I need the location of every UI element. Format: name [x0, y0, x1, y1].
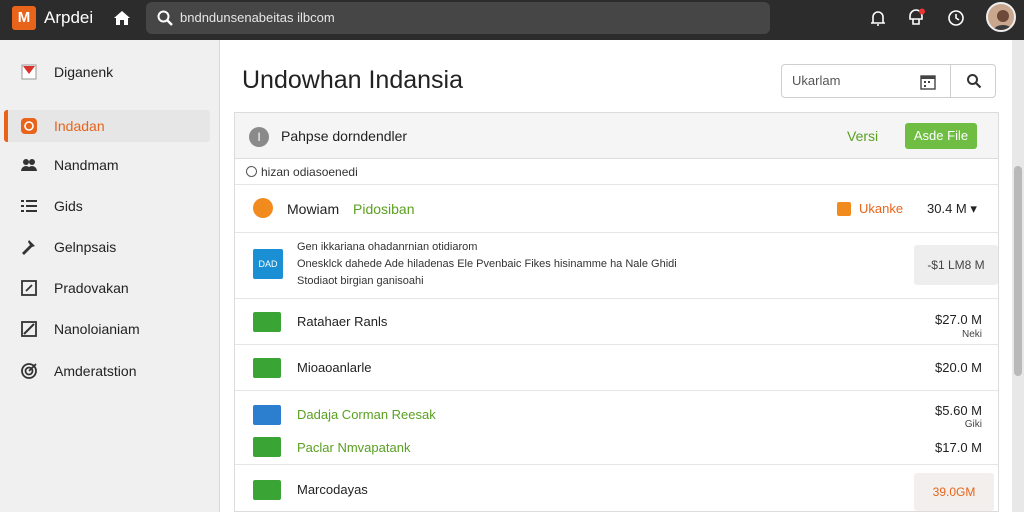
row-name: Ratahaer Ranls — [297, 314, 388, 329]
group-header-row[interactable]: Mowiam Pidosiban Ukanke 30.4 M ▾ — [235, 185, 998, 233]
clock-icon[interactable] — [946, 8, 966, 28]
table-row[interactable]: Ratahaer Ranls $27.0 M Neki — [235, 299, 998, 345]
users-icon — [21, 159, 37, 171]
scrollbar[interactable] — [1012, 40, 1024, 512]
sidebar-item-label: Indadan — [54, 118, 105, 134]
description-line: Stodiaot birgian ganisoahi — [297, 275, 424, 287]
group-name: Mowiam — [287, 201, 340, 217]
filter-row[interactable]: hizan odiasoenedi — [235, 159, 998, 185]
card-header: I Pahpse dorndendler Versi Asde File — [235, 113, 998, 159]
row-value: $5.60 M — [935, 403, 982, 418]
app-title: Arpdei — [44, 8, 94, 27]
sidebar-item-indadan[interactable]: Indadan — [4, 110, 210, 142]
row-sub: Neki — [961, 329, 982, 340]
description-line: Gen ikkariana ohadanrnian otidiarom — [297, 241, 478, 253]
search-button[interactable] — [951, 65, 996, 97]
table-row-group: Dadaja Corman Reesak $5.60 M Giki Paclar… — [235, 391, 998, 465]
description-badge[interactable]: -$1 LM8 M — [914, 245, 998, 285]
sidebar-item-label: Amderatstion — [54, 363, 137, 379]
sidebar-item-nandmam[interactable]: Nandmam — [4, 149, 210, 181]
bell-icon[interactable] — [868, 8, 888, 28]
sidebar-item-gids[interactable]: Gids — [4, 190, 210, 222]
card-header-title: Pahpse dorndendler — [281, 128, 408, 144]
row-name[interactable]: Dadaja Corman Reesak — [297, 407, 436, 422]
row-value: $17.0 M — [935, 440, 982, 455]
tag-icon — [837, 202, 851, 216]
sidebar-item-label: Diganenk — [54, 64, 114, 80]
notification-icon[interactable] — [906, 8, 926, 28]
row-name[interactable]: Paclar Nmvapatank — [297, 440, 410, 455]
sidebar-item-pradovakan[interactable]: Pradovakan — [4, 272, 210, 304]
sidebar-item-amderatstion[interactable]: Amderatstion — [4, 355, 210, 387]
group-name-highlight: Pidosiban — [353, 201, 415, 217]
calendar-icon[interactable] — [920, 74, 936, 90]
description-row: DAD Gen ikkariana ohadanrnian otidiarom … — [235, 233, 998, 299]
info-icon: I — [249, 127, 269, 147]
file-icon — [253, 405, 281, 425]
files-card: I Pahpse dorndendler Versi Asde File hiz… — [234, 112, 999, 512]
size-select[interactable]: 30.4 M ▾ — [927, 201, 977, 217]
bookmark-icon — [21, 64, 37, 80]
filter-label: hizan odiasoenedi — [261, 165, 358, 179]
top-bar: M Arpdei bndndunsenabeitas ilbcom — [0, 0, 1024, 40]
row-value: $20.0 M — [935, 360, 982, 375]
description-line: Onesklck dahede Ade hiladenas Ele Pvenba… — [297, 258, 677, 270]
chart-icon — [21, 321, 37, 337]
row-sub: Giki — [964, 419, 982, 430]
address-bar[interactable]: bndndunsenabeitas ilbcom — [146, 2, 770, 34]
sidebar-item-label: Pradovakan — [54, 280, 129, 296]
add-file-button[interactable]: Asde File — [905, 123, 977, 149]
row-badge[interactable]: 39.0GM — [914, 473, 994, 511]
document-icon: DAD — [253, 249, 283, 279]
radio-icon[interactable] — [246, 166, 257, 177]
play-icon — [21, 118, 37, 134]
sidebar-item-label: Nandmam — [54, 157, 119, 173]
avatar[interactable] — [986, 2, 1016, 32]
table-row[interactable]: Marcodayas 39.0GM — [235, 465, 998, 512]
file-icon — [253, 437, 281, 457]
row-name: Marcodayas — [297, 482, 368, 497]
file-icon — [253, 480, 281, 500]
address-text: bndndunsenabeitas ilbcom — [180, 10, 335, 25]
search-icon — [157, 10, 173, 26]
row-name: Mioaoanlarle — [297, 360, 372, 375]
search-icon — [967, 74, 982, 89]
scrollbar-thumb[interactable] — [1014, 166, 1022, 376]
target-icon — [21, 363, 37, 379]
hammer-icon — [22, 240, 35, 255]
page-title: Undowhan Indansia — [242, 66, 463, 94]
file-icon — [253, 312, 281, 332]
home-icon[interactable] — [112, 8, 132, 28]
search-box — [781, 64, 996, 98]
table-row[interactable]: Mioaoanlarle $20.0 M — [235, 345, 998, 391]
edit-icon — [21, 280, 37, 296]
sidebar: Diganenk Indadan Nandmam Gids Gelnpsais — [0, 40, 220, 512]
list-icon — [21, 200, 37, 212]
sidebar-item-gelnpsais[interactable]: Gelnpsais — [4, 231, 210, 263]
sidebar-item-label: Gids — [54, 198, 83, 214]
sidebar-item-nanoloianiam[interactable]: Nanoloianiam — [4, 313, 210, 345]
file-icon — [253, 358, 281, 378]
sidebar-item-diganenk[interactable]: Diganenk — [4, 56, 210, 88]
main-content: Undowhan Indansia I Pahpse dorndendler V… — [220, 40, 1012, 512]
tag-label[interactable]: Ukanke — [859, 201, 903, 216]
group-icon — [253, 198, 273, 218]
size-value: 30.4 M — [927, 201, 967, 216]
app-logo[interactable]: M — [12, 6, 36, 30]
row-value: $27.0 M — [935, 312, 982, 327]
sidebar-item-label: Nanoloianiam — [54, 321, 140, 337]
search-input[interactable] — [792, 73, 912, 88]
chevron-down-icon: ▾ — [970, 201, 977, 216]
sidebar-item-label: Gelnpsais — [54, 239, 117, 255]
version-link[interactable]: Versi — [847, 128, 878, 144]
